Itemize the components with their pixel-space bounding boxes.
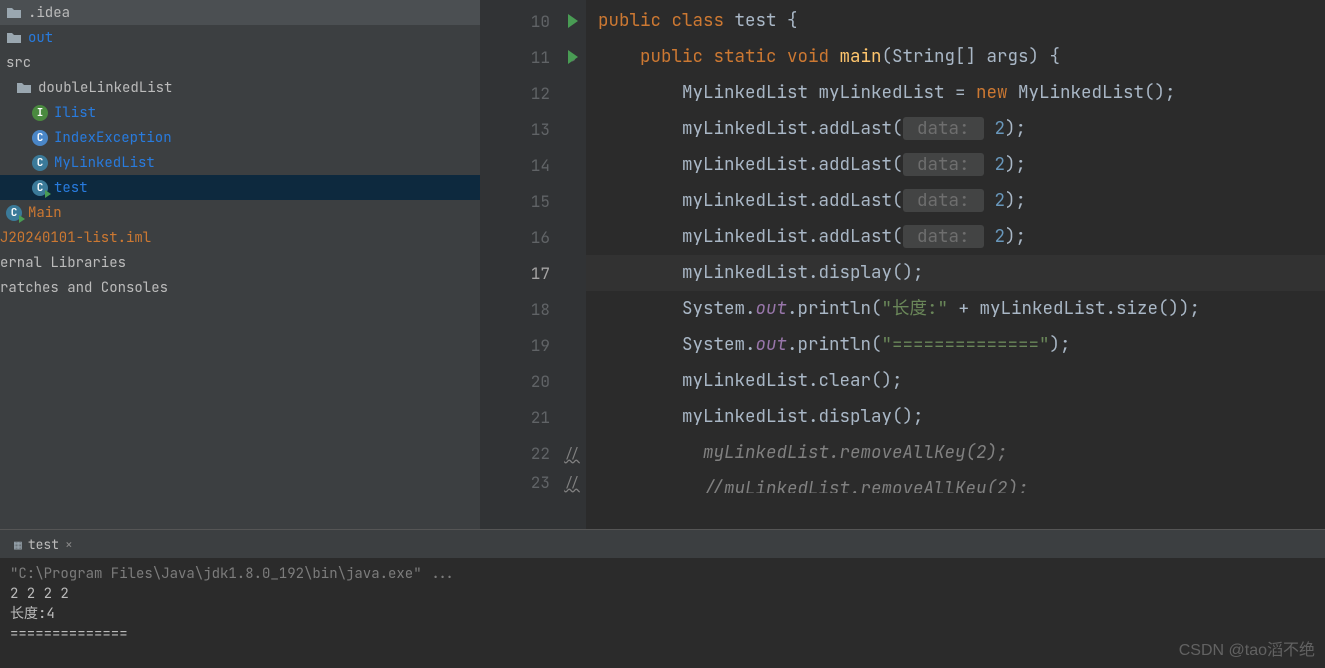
console-panel: ▦ test × "C:\Program Files\Java\jdk1.8.0… [0, 529, 1325, 668]
tree-item-ratchesandconsoles[interactable]: ratches and Consoles [0, 275, 480, 300]
tree-item-indexexception[interactable]: C IndexException [0, 125, 480, 150]
console-line: ============== [10, 624, 1315, 644]
code-line[interactable]: System.out.println("长度:" + myLinkedList.… [586, 291, 1325, 327]
tree-item-src[interactable]: src [0, 50, 480, 75]
fold-mark[interactable] [558, 219, 586, 255]
code-line[interactable]: System.out.println("=============="); [586, 327, 1325, 363]
code-line[interactable]: myLinkedList.addLast( data: 2); [586, 183, 1325, 219]
fold-mark[interactable] [558, 399, 586, 435]
line-number[interactable]: 18 [480, 291, 558, 327]
console-tab-test[interactable]: ▦ test × [6, 534, 81, 555]
run-icon[interactable] [568, 50, 578, 64]
tree-label: test [54, 179, 88, 197]
code-line[interactable]: public static void main(String[] args) { [586, 39, 1325, 75]
tree-label: Ilist [54, 104, 96, 122]
code-line[interactable]: myLinkedList.addLast( data: 2); [586, 219, 1325, 255]
line-number[interactable]: 14 [480, 147, 558, 183]
fold-mark[interactable]: // [558, 435, 586, 471]
fold-mark[interactable] [558, 147, 586, 183]
console-output[interactable]: "C:\Program Files\Java\jdk1.8.0_192\bin\… [0, 558, 1325, 668]
fold-mark[interactable] [558, 75, 586, 111]
run-icon[interactable] [568, 14, 578, 28]
javaclass-icon: C [32, 155, 48, 171]
line-number[interactable]: 13 [480, 111, 558, 147]
line-number[interactable]: 23 [480, 471, 558, 493]
code-line[interactable]: myLinkedList.clear(); [586, 363, 1325, 399]
fold-mark[interactable] [558, 255, 586, 291]
tree-item-idea[interactable]: .idea [0, 0, 480, 25]
line-number[interactable]: 12 [480, 75, 558, 111]
line-number[interactable]: 21 [480, 399, 558, 435]
code-line[interactable]: myLinkedList.removeAllKey(2); [586, 435, 1325, 471]
tree-label: ratches and Consoles [0, 279, 168, 297]
code-line[interactable]: myLinkedList.addLast( data: 2); [586, 111, 1325, 147]
fold-column[interactable]: ⊖//// [558, 0, 586, 529]
tree-label: .idea [28, 4, 70, 22]
console-line: 2 2 2 2 [10, 584, 1315, 604]
tree-item-doublelinkedlist[interactable]: doubleLinkedList [0, 75, 480, 100]
tree-label: src [6, 54, 31, 72]
code-line[interactable]: MyLinkedList myLinkedList = new MyLinked… [586, 75, 1325, 111]
tree-label: IndexException [54, 129, 172, 147]
runnable-icon: C [6, 205, 22, 221]
tree-label: out [28, 29, 53, 47]
console-tabs[interactable]: ▦ test × [0, 530, 1325, 558]
fold-mark[interactable]: // [558, 471, 586, 493]
folder-icon [16, 80, 32, 96]
console-tab-label: test [28, 536, 59, 553]
line-number[interactable]: 20 [480, 363, 558, 399]
project-tree[interactable]: .idea out src doubleLinkedList I Ilist C IndexE… [0, 0, 480, 529]
code-line[interactable]: myLinkedList.display(); [586, 255, 1325, 291]
fold-mark[interactable] [558, 111, 586, 147]
tree-item-main[interactable]: C Main [0, 200, 480, 225]
tree-item-j20240101listiml[interactable]: J20240101-list.iml [0, 225, 480, 250]
folder-icon [6, 30, 22, 46]
fold-mark[interactable] [558, 183, 586, 219]
tree-label: MyLinkedList [54, 154, 155, 172]
runnable-icon: C [32, 180, 48, 196]
tree-item-test[interactable]: Ctest [0, 175, 480, 200]
fold-mark[interactable] [558, 291, 586, 327]
code-editor[interactable]: 1011121314151617181920212223 ⊖//// publi… [480, 0, 1325, 529]
tree-label: doubleLinkedList [38, 79, 172, 97]
line-gutter[interactable]: 1011121314151617181920212223 [480, 0, 558, 529]
line-number[interactable]: 10 [480, 3, 558, 39]
code-line[interactable]: public class test { [586, 3, 1325, 39]
tree-item-out[interactable]: out [0, 25, 480, 50]
tree-label: Main [28, 204, 62, 222]
app-icon: ▦ [14, 536, 22, 553]
line-number[interactable]: 11 [480, 39, 558, 75]
line-number[interactable]: 22 [480, 435, 558, 471]
main-area: .idea out src doubleLinkedList I Ilist C IndexE… [0, 0, 1325, 529]
code-line[interactable]: myLinkedList.display(); [586, 399, 1325, 435]
interface-icon: I [32, 105, 48, 121]
console-line: "C:\Program Files\Java\jdk1.8.0_192\bin\… [10, 564, 1315, 584]
line-number[interactable]: 19 [480, 327, 558, 363]
line-number[interactable]: 17 [480, 255, 558, 291]
code-area[interactable]: public class test { public static void m… [586, 0, 1325, 529]
fold-mark[interactable] [558, 327, 586, 363]
class-icon: C [32, 130, 48, 146]
tree-label: J20240101-list.iml [0, 229, 151, 247]
console-line: 长度:4 [10, 604, 1315, 624]
line-number[interactable]: 16 [480, 219, 558, 255]
close-icon[interactable]: × [65, 536, 73, 553]
code-line[interactable]: //myLinkedList.removeAllKey(2); [586, 471, 1325, 493]
tree-item-ernallibraries[interactable]: ernal Libraries [0, 250, 480, 275]
fold-mark[interactable] [558, 363, 586, 399]
line-number[interactable]: 15 [480, 183, 558, 219]
code-line[interactable]: myLinkedList.addLast( data: 2); [586, 147, 1325, 183]
tree-item-mylinkedlist[interactable]: C MyLinkedList [0, 150, 480, 175]
watermark: CSDN @tao滔不绝 [1179, 636, 1315, 660]
folder-icon [6, 5, 22, 21]
tree-item-ilist[interactable]: I Ilist [0, 100, 480, 125]
tree-label: ernal Libraries [0, 254, 126, 272]
